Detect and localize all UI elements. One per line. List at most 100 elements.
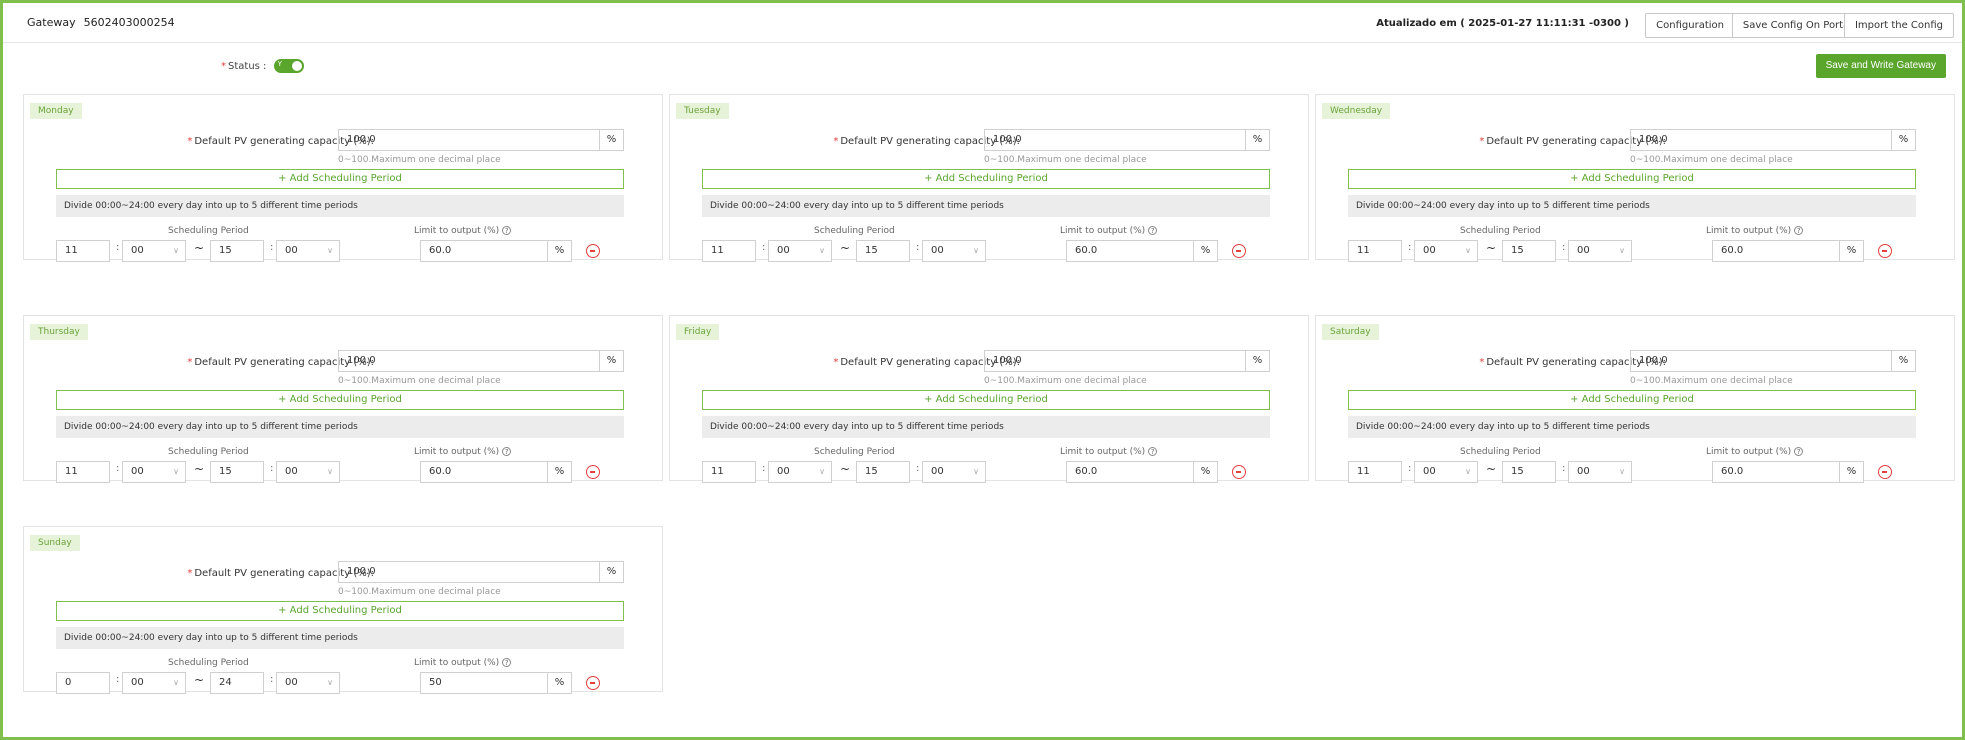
add-scheduling-period-button[interactable]: + Add Scheduling Period	[702, 390, 1270, 410]
start-hour-input[interactable]: 11	[56, 240, 110, 262]
range-tilde: ~	[194, 241, 205, 255]
capacity-input[interactable]: 100.0%	[984, 129, 1270, 151]
capacity-input[interactable]: 100.0%	[1630, 350, 1916, 372]
start-hour-input[interactable]: 11	[1348, 240, 1402, 262]
range-tilde: ~	[1486, 241, 1497, 255]
limit-input[interactable]: 60.0%	[420, 461, 572, 483]
start-minute-select[interactable]: 00 ∨	[1414, 240, 1478, 262]
end-minute-select[interactable]: 00 ∨	[276, 461, 340, 483]
end-minute-select[interactable]: 00 ∨	[276, 672, 340, 694]
day-tag: Thursday	[30, 324, 88, 340]
end-hour-input[interactable]: 15	[210, 240, 264, 262]
start-minute-select[interactable]: 00 ∨	[1414, 461, 1478, 483]
end-hour-input[interactable]: 24	[210, 672, 264, 694]
save-and-write-gateway-button[interactable]: Save and Write Gateway	[1815, 54, 1946, 78]
remove-period-icon[interactable]	[586, 244, 600, 258]
end-minute-value: 00	[931, 466, 944, 477]
limit-input[interactable]: 60.0%	[1712, 240, 1864, 262]
limit-input[interactable]: 50%	[420, 672, 572, 694]
end-hour-input[interactable]: 15	[210, 461, 264, 483]
end-minute-select[interactable]: 00 ∨	[1568, 240, 1632, 262]
start-hour-input[interactable]: 11	[702, 461, 756, 483]
capacity-hint: 0~100.Maximum one decimal place	[984, 155, 1147, 165]
start-minute-select[interactable]: 00 ∨	[768, 461, 832, 483]
capacity-input[interactable]: 100.0%	[1630, 129, 1916, 151]
help-icon[interactable]: ?	[502, 447, 512, 456]
limit-unit: %	[1839, 241, 1863, 261]
end-minute-select[interactable]: 00 ∨	[1568, 461, 1632, 483]
chevron-down-icon: ∨	[327, 467, 333, 476]
divide-info-bar: Divide 00:00~24:00 every day into up to …	[702, 416, 1270, 438]
remove-period-icon[interactable]	[1232, 244, 1246, 258]
gateway-id: 5602403000254	[83, 16, 175, 29]
limit-input[interactable]: 60.0%	[1066, 240, 1218, 262]
add-scheduling-period-button[interactable]: + Add Scheduling Period	[1348, 169, 1916, 189]
end-hour-input[interactable]: 15	[856, 240, 910, 262]
help-icon[interactable]: ?	[1148, 447, 1158, 456]
capacity-input[interactable]: 100.0%	[338, 129, 624, 151]
start-hour-input[interactable]: 11	[1348, 461, 1402, 483]
limit-header: Limit to output (%)?	[414, 447, 512, 457]
app-frame: Gateway 5602403000254 Atualizado em ( 202…	[0, 0, 1965, 740]
scheduling-period-header: Scheduling Period	[814, 447, 895, 457]
import-config-button[interactable]: Import the Config	[1843, 13, 1954, 38]
end-hour-input[interactable]: 15	[1502, 240, 1556, 262]
limit-value: 60.0	[1721, 245, 1744, 256]
remove-period-icon[interactable]	[1232, 465, 1246, 479]
limit-input[interactable]: 60.0%	[1066, 461, 1218, 483]
add-scheduling-period-button[interactable]: + Add Scheduling Period	[1348, 390, 1916, 410]
status-toggle[interactable]: Y	[273, 59, 304, 73]
gateway-label: Gateway	[27, 16, 76, 29]
add-scheduling-period-button[interactable]: + Add Scheduling Period	[56, 601, 624, 621]
remove-period-icon[interactable]	[586, 465, 600, 479]
remove-period-icon[interactable]	[1878, 244, 1892, 258]
end-hour-input[interactable]: 15	[856, 461, 910, 483]
add-scheduling-period-button[interactable]: + Add Scheduling Period	[702, 169, 1270, 189]
colon-separator: :	[116, 463, 120, 474]
limit-value: 60.0	[1721, 466, 1744, 477]
required-asterisk: *	[187, 568, 193, 579]
day-card-sunday: Sunday * Default PV generating capacity (…	[23, 526, 663, 694]
divide-info-bar: Divide 00:00~24:00 every day into up to …	[56, 195, 624, 217]
capacity-input[interactable]: 100.0%	[338, 350, 624, 372]
capacity-input[interactable]: 100.0%	[984, 350, 1270, 372]
toggle-text: Y	[277, 60, 282, 68]
add-scheduling-period-button[interactable]: + Add Scheduling Period	[56, 169, 624, 189]
chevron-down-icon: ∨	[1465, 246, 1471, 255]
start-minute-select[interactable]: 00 ∨	[122, 672, 186, 694]
start-minute-value: 00	[777, 466, 790, 477]
end-minute-select[interactable]: 00 ∨	[922, 461, 986, 483]
start-minute-select[interactable]: 00 ∨	[768, 240, 832, 262]
end-minute-select[interactable]: 00 ∨	[922, 240, 986, 262]
help-icon[interactable]: ?	[502, 226, 512, 235]
limit-value: 60.0	[429, 466, 452, 477]
add-scheduling-period-button[interactable]: + Add Scheduling Period	[56, 390, 624, 410]
remove-period-icon[interactable]	[1878, 465, 1892, 479]
required-asterisk: *	[1479, 136, 1485, 147]
end-minute-select[interactable]: 00 ∨	[276, 240, 340, 262]
required-asterisk: *	[833, 136, 839, 147]
help-icon[interactable]: ?	[1148, 226, 1158, 235]
limit-header: Limit to output (%)?	[1060, 447, 1158, 457]
colon-separator: :	[762, 242, 766, 253]
start-hour-input[interactable]: 11	[702, 240, 756, 262]
capacity-value: 100.0	[347, 566, 376, 577]
day-card-thursday: Thursday * Default PV generating capacity…	[23, 315, 663, 483]
start-minute-value: 00	[1423, 466, 1436, 477]
start-hour-input[interactable]: 11	[56, 461, 110, 483]
end-hour-input[interactable]: 15	[1502, 461, 1556, 483]
start-minute-select[interactable]: 00 ∨	[122, 461, 186, 483]
limit-unit: %	[547, 241, 571, 261]
capacity-input[interactable]: 100.0%	[338, 561, 624, 583]
start-minute-value: 00	[131, 677, 144, 688]
limit-input[interactable]: 60.0%	[420, 240, 572, 262]
start-minute-select[interactable]: 00 ∨	[122, 240, 186, 262]
limit-input[interactable]: 60.0%	[1712, 461, 1864, 483]
help-icon[interactable]: ?	[1794, 226, 1804, 235]
start-hour-input[interactable]: 0	[56, 672, 110, 694]
configuration-button[interactable]: Configuration	[1645, 13, 1735, 38]
help-icon[interactable]: ?	[1794, 447, 1804, 456]
help-icon[interactable]: ?	[502, 658, 512, 667]
remove-period-icon[interactable]	[586, 676, 600, 690]
limit-header-text: Limit to output (%)	[414, 226, 500, 236]
